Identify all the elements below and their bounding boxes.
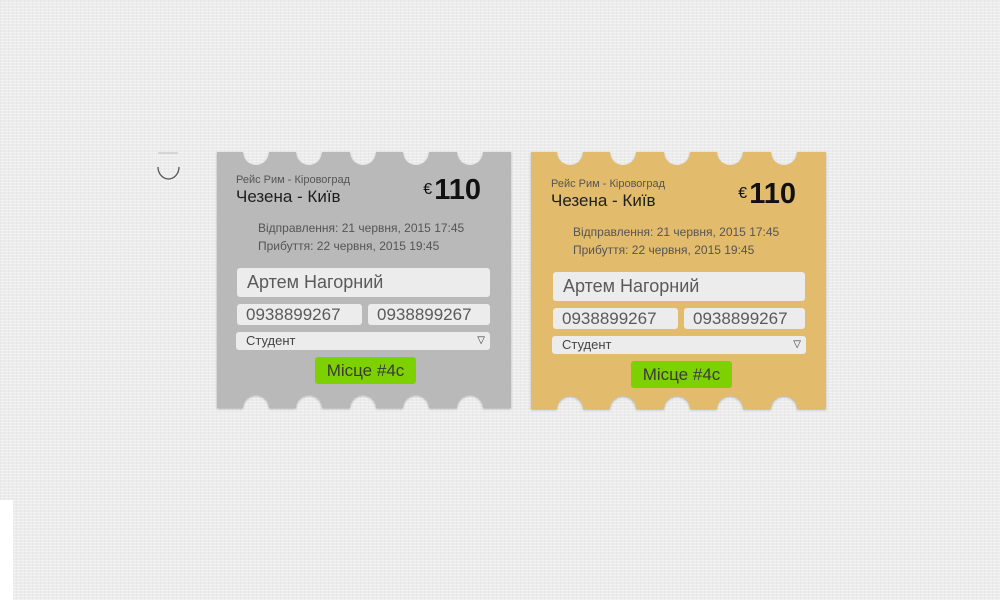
category-value: Студент	[562, 337, 612, 352]
passenger-category-select[interactable]: Студент ▽	[552, 336, 806, 354]
dropdown-arrow-icon: ▽	[793, 339, 801, 350]
departure-time: Відправлення: 21 червня, 2015 17:45	[573, 225, 780, 239]
route-title: Чезена - Київ	[551, 191, 656, 210]
seat-button[interactable]: Місце #4с	[631, 361, 732, 388]
trip-times: Відправлення: 21 червня, 2015 17:45 Приб…	[258, 219, 464, 255]
dropdown-arrow-icon: ▽	[477, 335, 485, 346]
remove-ticket-icon[interactable]	[157, 152, 181, 182]
route-title: Чезена - Київ	[236, 187, 341, 206]
phone-field-2[interactable]: 0938899267	[684, 308, 805, 329]
passenger-name-field[interactable]: Артем Нагорний	[553, 272, 805, 301]
trip-times: Відправлення: 21 червня, 2015 17:45 Приб…	[573, 223, 779, 259]
departure-time: Відправлення: 21 червня, 2015 17:45	[258, 221, 465, 235]
ticket-card: Рейс Рим - Кіровоград Чезена - Київ €110…	[531, 152, 826, 409]
ticket-card: Рейс Рим - Кіровоград Чезена - Київ €110…	[217, 152, 511, 408]
currency-symbol: €	[423, 181, 433, 198]
price-amount: 110	[749, 178, 796, 210]
phone-field-1[interactable]: 0938899267	[553, 308, 678, 329]
seat-button[interactable]: Місце #4с	[315, 357, 416, 384]
phone-field-2[interactable]: 0938899267	[368, 304, 490, 325]
price-amount: 110	[434, 174, 481, 206]
ticket-price: €110	[423, 174, 481, 207]
arrival-time: Прибуття: 22 червня, 2015 19:45	[258, 239, 440, 253]
route-subtitle: Рейс Рим - Кіровоград	[551, 178, 666, 190]
phone-field-1[interactable]: 0938899267	[237, 304, 362, 325]
passenger-category-select[interactable]: Студент ▽	[236, 332, 490, 350]
currency-symbol: €	[738, 185, 748, 202]
arrival-time: Прибуття: 22 червня, 2015 19:45	[573, 243, 755, 257]
route-subtitle: Рейс Рим - Кіровоград	[236, 174, 351, 186]
page-edge-strip	[0, 500, 13, 600]
passenger-name-field[interactable]: Артем Нагорний	[237, 268, 490, 297]
category-value: Студент	[246, 333, 296, 348]
ticket-price: €110	[738, 178, 796, 211]
